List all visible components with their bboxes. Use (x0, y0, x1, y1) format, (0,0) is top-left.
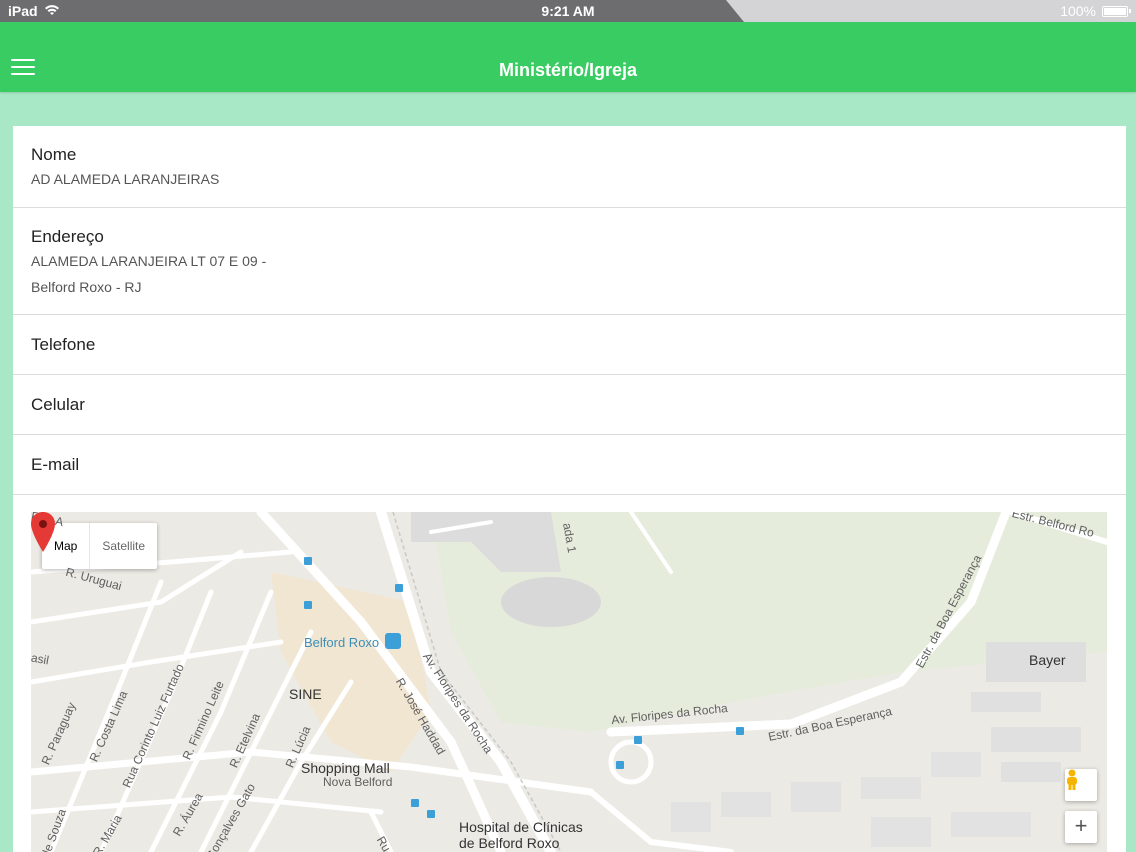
field-value-line1: ALAMEDA LARANJEIRA LT 07 E 09 - (31, 253, 267, 269)
map-label-hospital-line2: de Belford Roxo (459, 835, 560, 851)
bus-stop-icon (736, 727, 744, 735)
battery-icon (1102, 5, 1131, 17)
field-email[interactable]: E-mail (13, 435, 1126, 495)
map-view[interactable]: Map Satellite Belford Roxo SINE Shopping… (31, 512, 1107, 852)
battery-percent: 100% (1060, 3, 1096, 19)
status-right: 100% (1060, 3, 1131, 19)
map-type-control: Map Satellite (42, 523, 158, 569)
train-station-icon (385, 633, 401, 649)
field-telefone[interactable]: Telefone (13, 315, 1126, 375)
map-type-satellite-button[interactable]: Satellite (89, 523, 157, 569)
bus-stop-icon (395, 584, 403, 592)
field-nome: Nome AD ALAMEDA LARANJEIRAS (13, 126, 1126, 208)
bus-stop-icon (616, 761, 624, 769)
field-value-line2: Belford Roxo - RJ (31, 279, 142, 295)
zoom-in-button[interactable]: + (1065, 811, 1097, 843)
map-label-sine: SINE (289, 686, 322, 702)
page-title: Ministério/Igreja (498, 60, 638, 80)
field-label: Nome (31, 145, 77, 164)
map-label-bayer: Bayer (1029, 652, 1066, 668)
app-header: Ministério/Igreja (0, 22, 1136, 92)
map-label-hospital-line1: Hospital de Clínicas (459, 819, 583, 835)
bus-stop-icon (304, 601, 312, 609)
status-bar: iPad 9:21 AM 100% (0, 0, 1136, 22)
street-view-pegman-icon[interactable] (1065, 769, 1097, 801)
bus-stop-icon (304, 557, 312, 565)
field-label: E-mail (31, 455, 80, 474)
bus-stop-icon (411, 799, 419, 807)
field-label: Endereço (31, 227, 104, 246)
field-celular[interactable]: Celular (13, 375, 1126, 435)
clock: 9:21 AM (541, 3, 595, 19)
map-label-brasil: asil (31, 650, 51, 668)
field-label: Celular (31, 395, 85, 414)
field-endereco[interactable]: Endereço ALAMEDA LARANJEIRA LT 07 E 09 -… (13, 208, 1126, 315)
bus-stop-icon (427, 810, 435, 818)
map-label-shopping-mall: Shopping Mall (301, 760, 390, 776)
map-label-nova-belford: Nova Belford (323, 775, 393, 789)
location-pin-icon[interactable] (31, 512, 55, 552)
field-label: Telefone (31, 335, 96, 354)
field-value: AD ALAMEDA LARANJEIRAS (31, 171, 220, 187)
bus-stop-icon (634, 736, 642, 744)
map-label-belford-roxo: Belford Roxo (304, 635, 380, 650)
